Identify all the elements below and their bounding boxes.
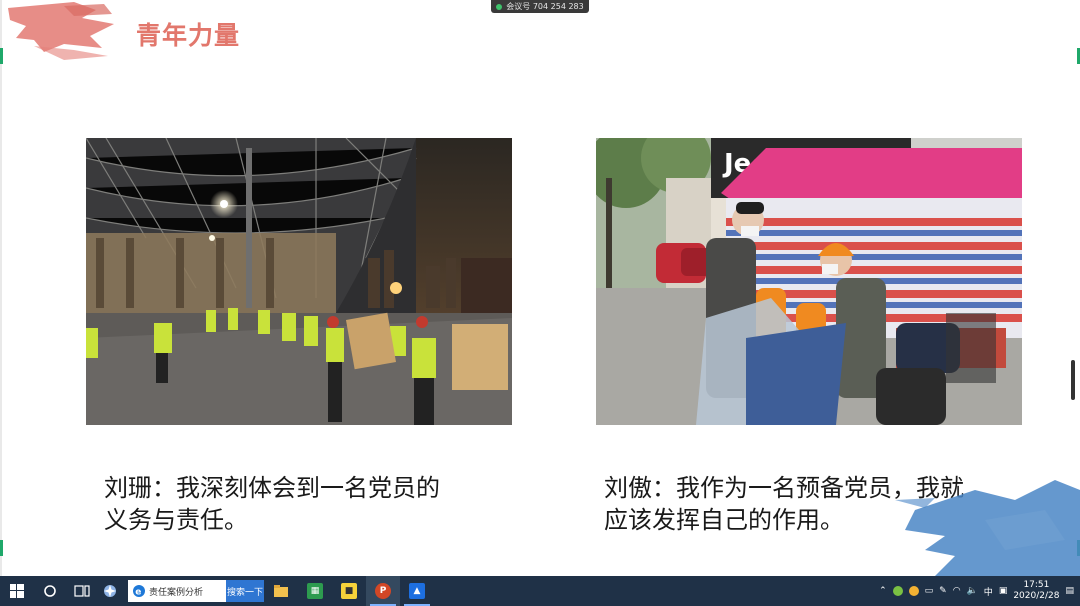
- sticky-notes-button[interactable]: ■: [332, 576, 366, 606]
- meeting-app-button[interactable]: ▲: [400, 576, 434, 606]
- windows-start-icon: [10, 584, 24, 598]
- powerpoint-button[interactable]: P: [366, 576, 400, 606]
- ime-indicator[interactable]: 中: [984, 585, 993, 598]
- red-brush-decoration: [8, 2, 114, 60]
- svg-text:e: e: [135, 588, 141, 598]
- battery-icon[interactable]: ▭: [925, 586, 934, 596]
- file-explorer-icon: [274, 585, 288, 597]
- cortana-button[interactable]: [34, 576, 66, 606]
- tray-app-icon[interactable]: [908, 586, 919, 596]
- windows-taskbar: e 责任案例分析 搜索一下 ▦ ■ P ▲ ⌃ ▭ ✎ ◠ 🔈 中 ▣ 17:5…: [0, 576, 1080, 606]
- slide-scroll-indicator[interactable]: [1071, 360, 1075, 400]
- file-explorer-button[interactable]: [264, 576, 298, 606]
- meeting-id-text: 会议号 704 254 283: [506, 2, 584, 11]
- edge-marker: [0, 540, 3, 556]
- slide-left-edge: [0, 0, 2, 576]
- cortana-icon: [44, 585, 56, 597]
- powerpoint-icon: P: [375, 583, 391, 599]
- taskbar-search-box[interactable]: e 责任案例分析: [128, 580, 226, 602]
- pinwheel-icon: [104, 585, 116, 597]
- system-tray: ⌃ ▭ ✎ ◠ 🔈 中 ▣ 17:51 2020/2/28 ▤: [879, 576, 1080, 606]
- green-app-button[interactable]: ▦: [298, 576, 332, 606]
- notifications-icon[interactable]: ▤: [1065, 586, 1074, 596]
- photo-temperature-check: Jeep: [596, 138, 1022, 425]
- blue-brush-decoration: [895, 480, 1080, 576]
- ime-mode-icon[interactable]: ▣: [999, 586, 1008, 596]
- photo-volunteers-night: [86, 138, 512, 425]
- edge-marker: [0, 48, 3, 64]
- tray-chevron-icon[interactable]: ⌃: [879, 586, 887, 596]
- presentation-slide: 青年力量 会议号 704 254 283 刘珊：我深刻体会到一名党员的 义务与责…: [0, 0, 1080, 576]
- clock-time: 17:51: [1023, 580, 1050, 590]
- volume-icon[interactable]: 🔈: [967, 586, 978, 596]
- search-go-button[interactable]: 搜索一下: [226, 580, 264, 602]
- caption-left-line2: 义务与责任。: [104, 506, 248, 534]
- clock-date: 2020/2/28: [1013, 591, 1060, 601]
- tray-app-icon[interactable]: [892, 586, 903, 596]
- edge-icon: e: [133, 585, 145, 598]
- meeting-app-icon: ▲: [409, 583, 425, 599]
- caption-left: 刘珊：我深刻体会到一名党员的 义务与责任。: [104, 472, 440, 536]
- search-text: 责任案例分析: [149, 587, 204, 598]
- meeting-id-badge[interactable]: 会议号 704 254 283: [491, 0, 589, 13]
- taskbar-clock[interactable]: 17:51 2020/2/28: [1013, 580, 1059, 602]
- start-button[interactable]: [0, 576, 34, 606]
- network-icon[interactable]: ◠: [953, 586, 961, 596]
- sticky-notes-icon: ■: [341, 583, 357, 599]
- meeting-status-icon: [496, 3, 503, 10]
- green-app-icon: ▦: [307, 583, 323, 599]
- task-view-button[interactable]: [66, 576, 98, 606]
- task-view-icon: [74, 585, 90, 597]
- pen-icon[interactable]: ✎: [939, 586, 947, 596]
- pinwheel-app-button[interactable]: [98, 576, 122, 606]
- slide-title: 青年力量: [136, 21, 241, 50]
- caption-left-line1: 刘珊：我深刻体会到一名党员的: [104, 474, 440, 502]
